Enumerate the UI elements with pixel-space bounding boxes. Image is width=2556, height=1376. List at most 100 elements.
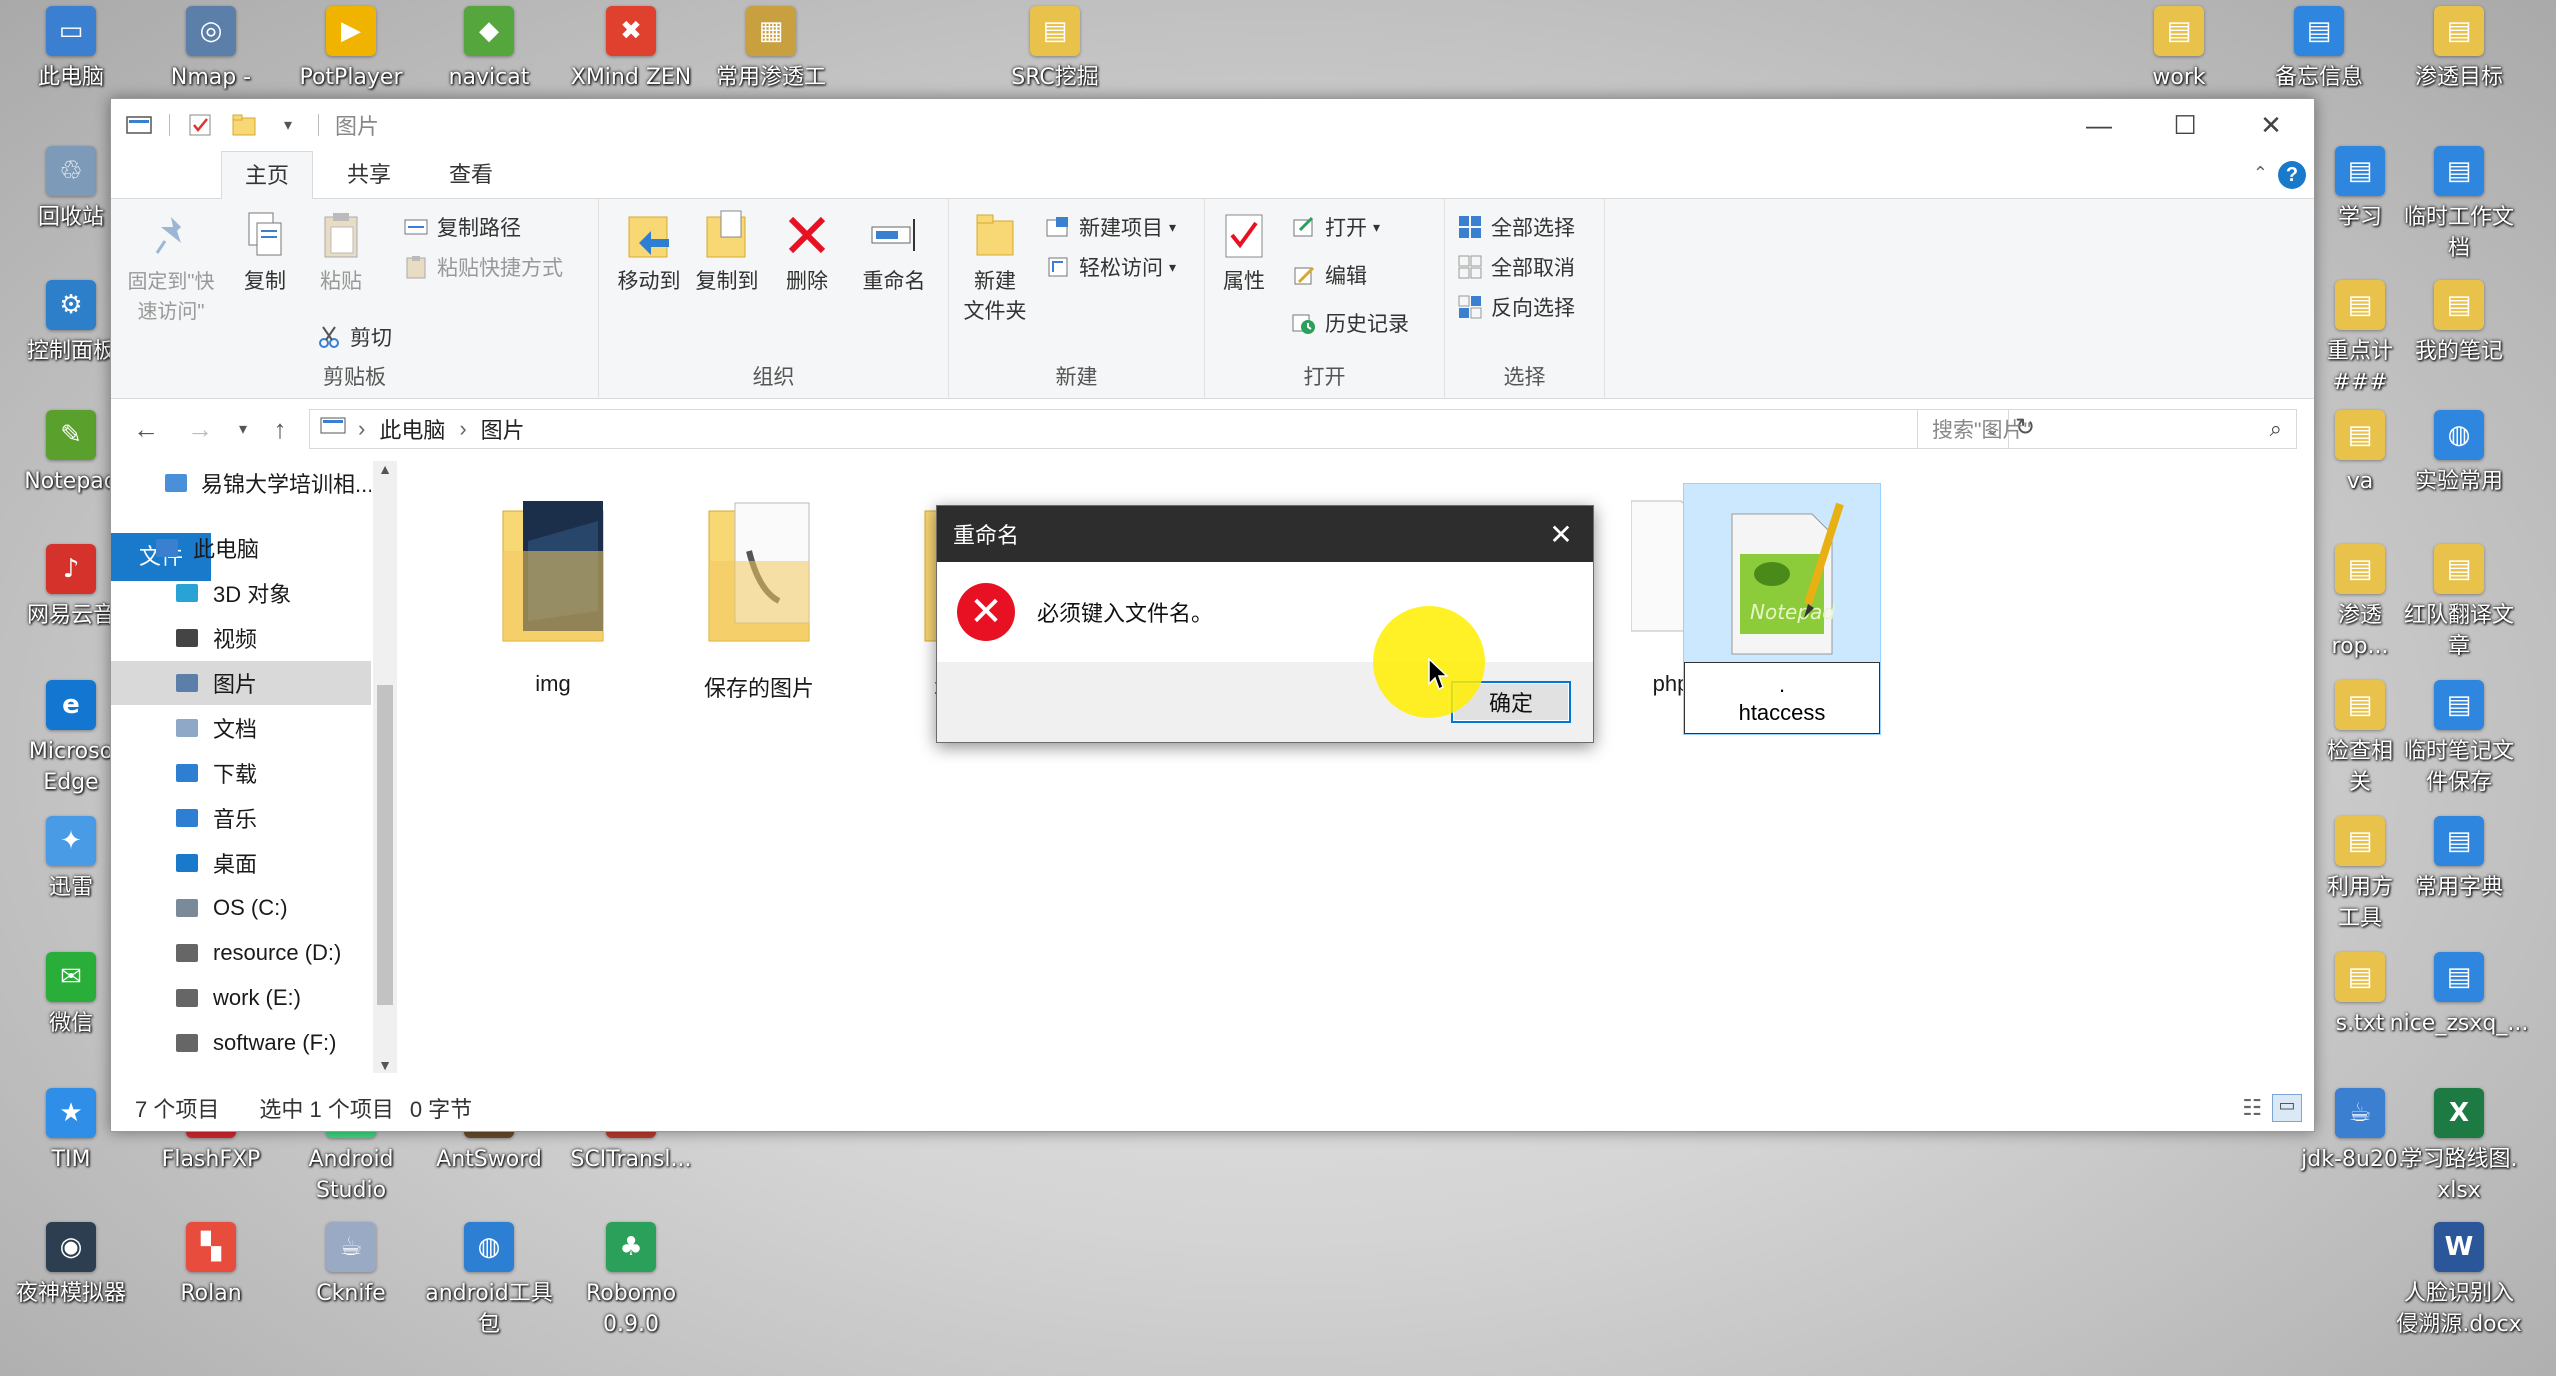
app-icon: ♣ bbox=[606, 1222, 656, 1272]
desktop-icon-bottom-5[interactable]: ☕ Cknife bbox=[276, 1222, 426, 1309]
back-arrow-icon[interactable]: ← bbox=[119, 414, 173, 445]
copy-button[interactable]: 复制 bbox=[229, 209, 301, 297]
desktop-icon-right2-3[interactable]: ▤ 我的笔记 bbox=[2384, 280, 2534, 367]
nav-item-5[interactable]: 文档 bbox=[111, 706, 371, 750]
dialog-close-icon[interactable]: ✕ bbox=[1543, 516, 1579, 552]
desktop-icon-top-2[interactable]: ◆ navicat bbox=[414, 6, 564, 93]
folder-img[interactable]: img bbox=[463, 481, 643, 697]
app-icon: ▤ bbox=[2335, 410, 2385, 460]
delete-button[interactable]: 删除 bbox=[771, 209, 843, 297]
desktop-icon-bottom-7[interactable]: ♣ Robomo 0.9.0 bbox=[556, 1222, 706, 1340]
app-icon: ✦ bbox=[46, 816, 96, 866]
breadcrumb-pictures[interactable]: 图片 bbox=[481, 413, 525, 445]
desktop-icon-right2-0[interactable]: ▤ 备忘信息 bbox=[2244, 6, 2394, 93]
desktop-icon-bottom-4[interactable]: ▚ Rolan bbox=[136, 1222, 286, 1309]
desktop-icon-right2-8[interactable]: ▤ nice_zsxq_... bbox=[2384, 952, 2534, 1039]
properties-quick-icon[interactable] bbox=[186, 111, 214, 139]
recent-locations-icon[interactable]: ▾ bbox=[227, 419, 259, 439]
nav-scrollbar[interactable]: ▲ ▼ bbox=[373, 461, 397, 1073]
tab-view[interactable]: 查看 bbox=[425, 151, 517, 199]
rename-button[interactable]: 重命名 bbox=[849, 209, 939, 297]
desktop-icon-right2-2[interactable]: ▤ 临时工作文 档 bbox=[2384, 146, 2534, 264]
desktop-icon-top-3[interactable]: ✖ XMind ZEN bbox=[556, 6, 706, 93]
desktop-icon-label: 渗透 rop... bbox=[2331, 603, 2389, 659]
copy-to-button[interactable]: 复制到 bbox=[687, 209, 767, 297]
app-icon: ▤ bbox=[2434, 544, 2484, 594]
pin-quick-access-button[interactable]: 固定到"快 速访问" bbox=[119, 209, 223, 327]
large-icons-view-icon[interactable]: ▭ bbox=[2272, 1094, 2302, 1122]
edit-button[interactable]: 编辑 bbox=[1291, 257, 1367, 293]
desktop-icon-right2-1[interactable]: ▤ 渗透目标 bbox=[2384, 6, 2534, 93]
desktop-icon-right1-0[interactable]: ▤ work bbox=[2104, 6, 2254, 93]
folder-saved-pictures[interactable]: 保存的图片 bbox=[669, 481, 849, 703]
address-bar[interactable]: › 此电脑 › 图片 ⌄ bbox=[309, 409, 2009, 449]
cut-button[interactable]: 剪切 bbox=[316, 319, 392, 355]
nav-item-label: 音乐 bbox=[213, 807, 258, 832]
select-all-button[interactable]: 全部选择 bbox=[1457, 209, 1575, 245]
desktop-icon-label: 学习 bbox=[2337, 205, 2382, 230]
close-window-button[interactable]: ✕ bbox=[2228, 99, 2314, 151]
copy-path-button[interactable]: 复制路径 bbox=[403, 209, 521, 245]
easy-access-button[interactable]: 轻松访问 ▾ bbox=[1045, 249, 1176, 285]
nav-item-7[interactable]: 音乐 bbox=[111, 796, 371, 840]
up-arrow-icon[interactable]: ↑ bbox=[259, 414, 301, 445]
scroll-up-icon[interactable]: ▲ bbox=[373, 461, 397, 477]
select-none-button[interactable]: 全部取消 bbox=[1457, 249, 1575, 285]
cloud-icon bbox=[163, 469, 189, 497]
desktop-icon-bottom-6[interactable]: ◍ android工具 包 bbox=[414, 1222, 564, 1340]
file-htaccess[interactable]: Notepad . htaccess bbox=[1683, 483, 1881, 735]
nav-item-1[interactable]: 此电脑 bbox=[111, 526, 371, 570]
desktop-icon-top-4[interactable]: ▦ 常用渗透工 bbox=[696, 6, 846, 93]
desktop-icon-right2-4[interactable]: ◍ 实验常用 bbox=[2384, 410, 2534, 497]
paste-shortcut-button[interactable]: 粘贴快捷方式 bbox=[403, 249, 563, 285]
tab-home[interactable]: 主页 bbox=[221, 151, 313, 200]
desktop-icon-label: XMind ZEN bbox=[570, 65, 692, 90]
history-button[interactable]: 历史记录 bbox=[1291, 305, 1409, 341]
nav-item-11[interactable]: work (E:) bbox=[111, 976, 371, 1020]
collapse-ribbon-icon[interactable]: ⌃ bbox=[2253, 163, 2268, 184]
desktop-icon-right2-5[interactable]: ▤ 红队翻译文 章 bbox=[2384, 544, 2534, 662]
picture-icon bbox=[173, 669, 201, 697]
nav-item-6[interactable]: 下载 bbox=[111, 751, 371, 795]
desktop-icon-left-9[interactable]: ◉ 夜神模拟器 bbox=[0, 1222, 146, 1309]
new-folder-quick-icon[interactable] bbox=[230, 111, 258, 139]
nav-item-2[interactable]: 3D 对象 bbox=[111, 571, 371, 615]
nav-item-3[interactable]: 视频 bbox=[111, 616, 371, 660]
breadcrumb-this-pc[interactable]: 此电脑 bbox=[379, 413, 445, 445]
search-input[interactable]: 搜索"图片" ⌕ bbox=[1917, 409, 2297, 449]
nav-item-0[interactable]: 易锦大学培训相... bbox=[111, 461, 371, 505]
desktop-icon-top-0[interactable]: ◎ Nmap - bbox=[136, 6, 286, 93]
maximize-button[interactable]: ☐ bbox=[2142, 99, 2228, 151]
nav-item-12[interactable]: software (F:) bbox=[111, 1021, 371, 1065]
desktop-icon-top-1[interactable]: ▶ PotPlayer bbox=[276, 6, 426, 93]
breadcrumb-separator-icon: › bbox=[358, 416, 366, 441]
scrollbar-thumb[interactable] bbox=[377, 685, 393, 1005]
properties-button[interactable]: 属性 bbox=[1209, 209, 1279, 297]
invert-selection-button[interactable]: 反向选择 bbox=[1457, 289, 1575, 325]
customize-quick-access-icon[interactable]: ▾ bbox=[274, 111, 302, 139]
minimize-button[interactable]: — bbox=[2056, 99, 2142, 151]
tab-share[interactable]: 共享 bbox=[323, 151, 415, 199]
nav-item-4[interactable]: 图片 bbox=[111, 661, 371, 705]
nav-item-10[interactable]: resource (D:) bbox=[111, 931, 371, 975]
desktop-icon-right2-9[interactable]: X 学习路线图. xlsx bbox=[2384, 1088, 2534, 1206]
nav-item-9[interactable]: OS (C:) bbox=[111, 886, 371, 930]
new-folder-button[interactable]: 新建 文件夹 bbox=[955, 209, 1035, 327]
desktop-icon-right2-7[interactable]: ▤ 常用字典 bbox=[2384, 816, 2534, 903]
paste-shortcut-icon bbox=[403, 254, 429, 280]
open-button[interactable]: 打开 ▾ bbox=[1291, 209, 1380, 245]
desktop-icon-left-0[interactable]: ▭ 此电脑 bbox=[0, 6, 146, 93]
forward-arrow-icon[interactable]: → bbox=[173, 414, 227, 445]
desktop-icon-right2-6[interactable]: ▤ 临时笔记文 件保存 bbox=[2384, 680, 2534, 798]
desktop-icon-right2-10[interactable]: W 人脸识别入 侵溯源.docx bbox=[2384, 1222, 2534, 1340]
move-to-button[interactable]: 移动到 bbox=[609, 209, 689, 297]
scroll-down-icon[interactable]: ▼ bbox=[373, 1057, 397, 1073]
help-icon[interactable]: ? bbox=[2278, 161, 2306, 189]
nav-item-8[interactable]: 桌面 bbox=[111, 841, 371, 885]
paste-button[interactable]: 粘贴 bbox=[305, 209, 377, 297]
dialog-message: 必须键入文件名。 bbox=[1037, 601, 1214, 626]
desktop-icon-top-5[interactable]: ▤ SRC挖掘 bbox=[980, 6, 1130, 93]
rename-input[interactable]: . htaccess bbox=[1684, 662, 1880, 734]
details-view-icon[interactable]: ☷ bbox=[2242, 1095, 2262, 1121]
new-item-button[interactable]: 新建项目 ▾ bbox=[1045, 209, 1176, 245]
